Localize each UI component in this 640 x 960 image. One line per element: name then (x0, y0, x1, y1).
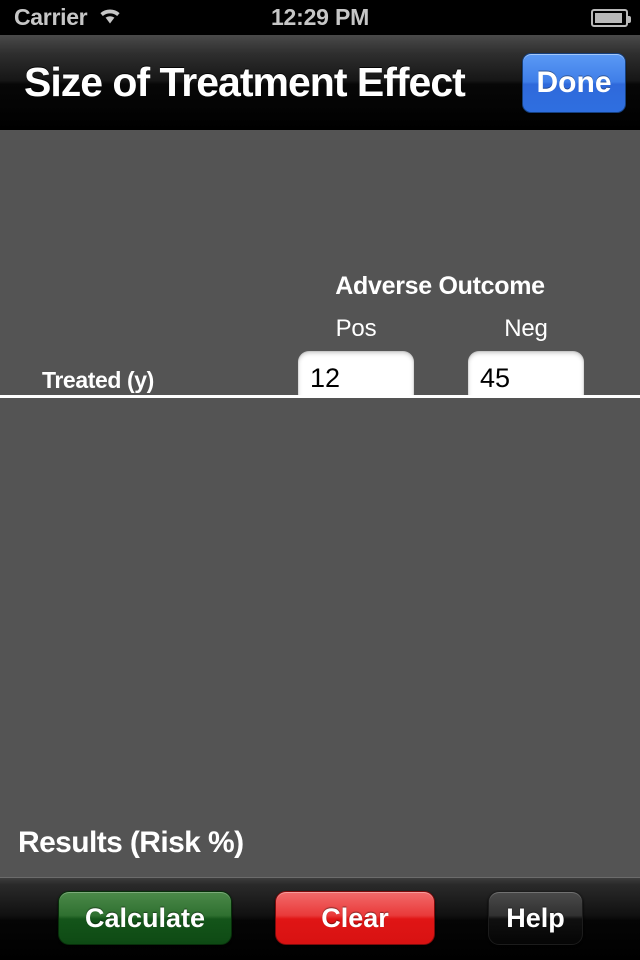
input-panel: Adverse Outcome Pos Neg Treated (y) Cont… (0, 130, 640, 498)
row-label-treated: Treated (y) (42, 367, 154, 393)
battery-icon (591, 8, 631, 27)
status-bar-right (591, 8, 631, 27)
calculate-button[interactable]: Calculate (58, 891, 232, 945)
battery-fill (595, 12, 622, 23)
navigation-bar: Size of Treatment Effect Done (0, 35, 640, 130)
status-bar: Carrier 12:29 PM (0, 0, 640, 35)
page-title: Size of Treatment Effect (24, 59, 466, 105)
results-title: Results (Risk %) (18, 826, 244, 859)
clock-label: 12:29 PM (270, 4, 370, 30)
adverse-outcome-header: Adverse Outcome (335, 272, 545, 300)
results-panel: Results (Risk %) Baseline 33.3 Absolute … (0, 398, 640, 960)
help-button[interactable]: Help (488, 891, 583, 945)
column-header-neg: Neg (504, 315, 548, 342)
clear-button[interactable]: Clear (275, 891, 435, 945)
app-screen: Carrier 12:29 PM Size of Treatment Effec… (0, 0, 640, 960)
bottom-toolbar: Calculate Clear Help (0, 877, 640, 960)
done-button[interactable]: Done (522, 52, 626, 113)
column-header-pos: Pos (335, 315, 377, 342)
